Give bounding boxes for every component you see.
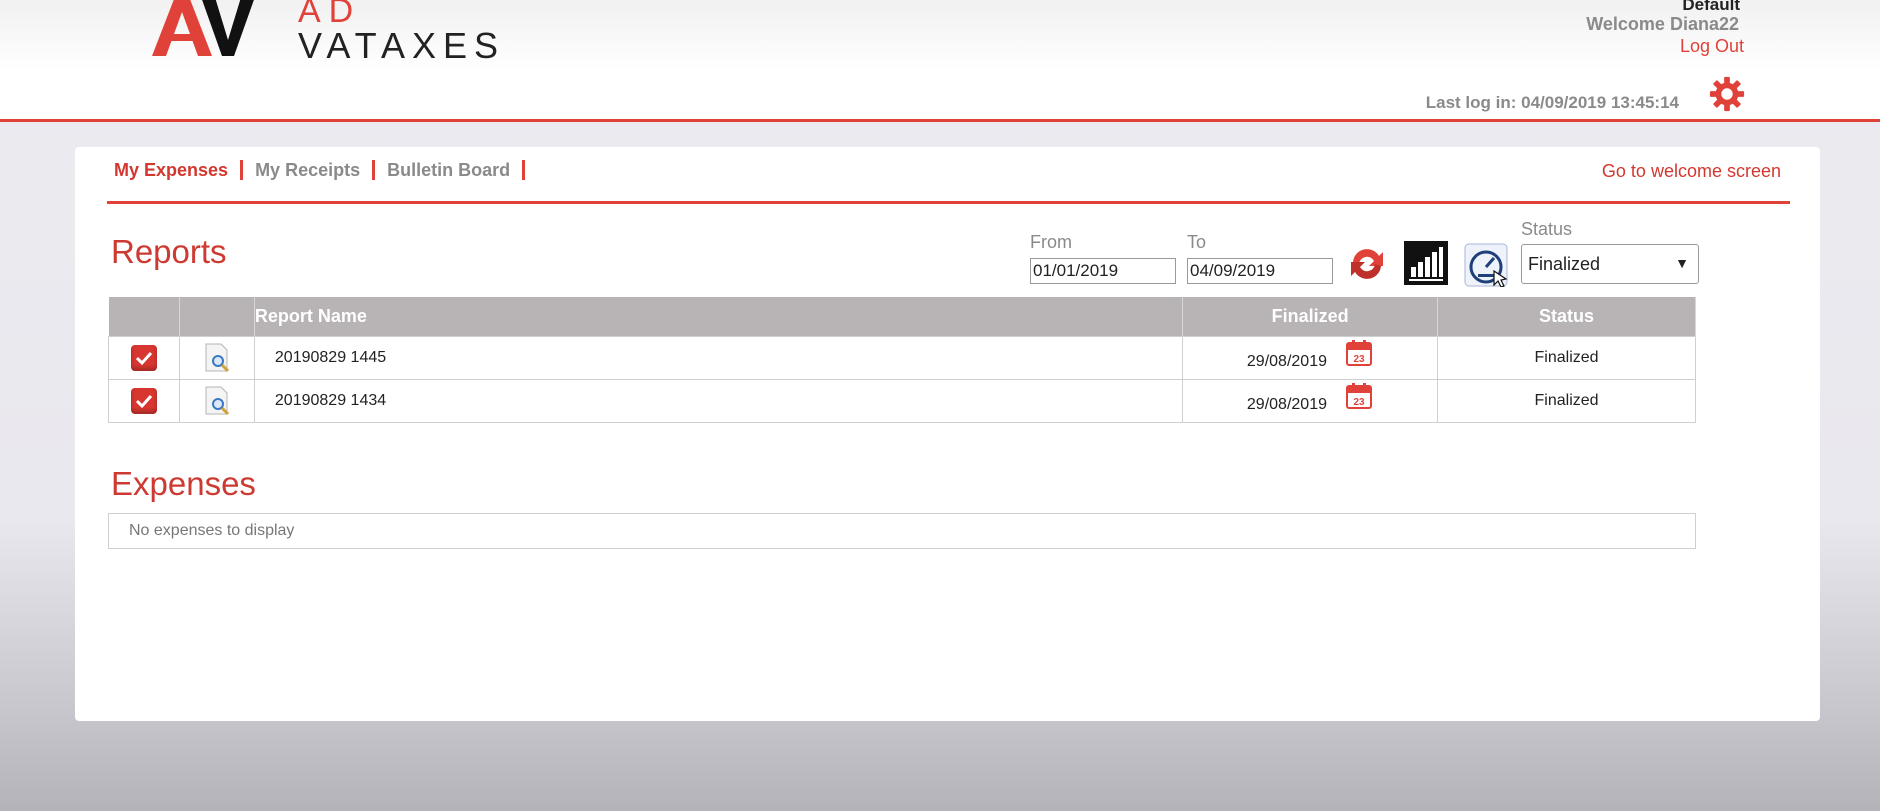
go-to-welcome-link[interactable]: Go to welcome screen xyxy=(1602,161,1781,182)
user-welcome: Welcome Diana22 xyxy=(1586,14,1739,34)
tab-my-expenses[interactable]: My Expenses xyxy=(114,160,244,180)
finalized-date: 29/08/2019 xyxy=(1246,353,1327,371)
nav-tabs: My Expenses My Receipts Bulletin Board xyxy=(114,160,537,180)
report-name-cell[interactable]: 20190829 1434 xyxy=(253,379,1184,423)
col-header-finalized[interactable]: Finalized xyxy=(1182,297,1439,337)
tab-my-receipts[interactable]: My Receipts xyxy=(255,160,376,180)
finalized-cell: 29/08/2019 23 xyxy=(1182,336,1439,380)
svg-text:23: 23 xyxy=(1354,354,1366,365)
check-icon xyxy=(135,394,153,409)
caret-down-icon: ▼ xyxy=(1675,255,1689,271)
from-label: From xyxy=(1030,232,1072,252)
table-header-row: Report Name Finalized Status xyxy=(108,297,1696,337)
status-select-value: Finalized xyxy=(1528,254,1601,274)
row-view-cell xyxy=(178,336,255,380)
nav-divider xyxy=(107,201,1790,204)
col-header-status[interactable]: Status xyxy=(1437,297,1696,337)
status-cell: Finalized xyxy=(1437,379,1696,423)
row-select-cell xyxy=(108,336,180,380)
view-report-icon[interactable] xyxy=(203,386,231,416)
finalized-date: 29/08/2019 xyxy=(1246,396,1327,414)
check-icon xyxy=(135,351,153,366)
main-panel: My Expenses My Receipts Bulletin Board G… xyxy=(75,147,1820,721)
view-report-icon[interactable] xyxy=(203,343,231,373)
tab-bulletin-board[interactable]: Bulletin Board xyxy=(387,160,526,180)
row-view-cell xyxy=(178,379,255,423)
expenses-empty-message: No expenses to display xyxy=(108,513,1696,549)
calendar-icon[interactable]: 23 xyxy=(1345,339,1373,367)
reports-title: Reports xyxy=(111,233,227,270)
col-header-select xyxy=(108,297,180,337)
user-company: Default xyxy=(1682,0,1740,14)
app-header: AD VATAXES Default Welcome Diana22 Log O… xyxy=(0,0,1880,122)
checkbox-checked[interactable] xyxy=(130,388,157,414)
brand-line-vataxes: VATAXES xyxy=(298,25,506,66)
brand-line-ad: AD xyxy=(298,0,362,30)
table-row: 20190829 1445 29/08/2019 23 Finalized xyxy=(108,336,1696,380)
report-name-cell[interactable]: 20190829 1445 xyxy=(253,336,1184,380)
to-date-input[interactable] xyxy=(1187,258,1333,284)
from-date-input[interactable] xyxy=(1030,258,1176,284)
last-login-text: Last log in: 04/09/2019 13:45:14 xyxy=(1425,93,1679,112)
table-row: 20190829 1434 29/08/2019 23 Finalized xyxy=(108,379,1696,423)
gear-icon[interactable] xyxy=(1708,75,1746,113)
logout-link[interactable]: Log Out xyxy=(1680,36,1744,57)
calendar-icon[interactable]: 23 xyxy=(1345,382,1373,410)
row-select-cell xyxy=(108,379,180,423)
svg-text:23: 23 xyxy=(1354,397,1366,408)
speedometer-icon[interactable] xyxy=(1464,243,1508,287)
col-header-view xyxy=(179,297,255,337)
bar-chart-icon[interactable] xyxy=(1404,241,1448,285)
to-label: To xyxy=(1187,232,1207,252)
av-logo-mark xyxy=(152,0,254,56)
finalized-cell: 29/08/2019 23 xyxy=(1182,379,1439,423)
status-label: Status xyxy=(1521,219,1573,239)
expenses-title: Expenses xyxy=(111,465,256,502)
reports-table: Report Name Finalized Status 20190829 14… xyxy=(108,297,1696,423)
status-select[interactable]: Finalized ▼ xyxy=(1521,244,1699,284)
checkbox-checked[interactable] xyxy=(130,345,157,371)
refresh-icon[interactable] xyxy=(1345,242,1389,286)
status-cell: Finalized xyxy=(1437,336,1696,380)
col-header-report-name[interactable]: Report Name xyxy=(254,297,1184,337)
